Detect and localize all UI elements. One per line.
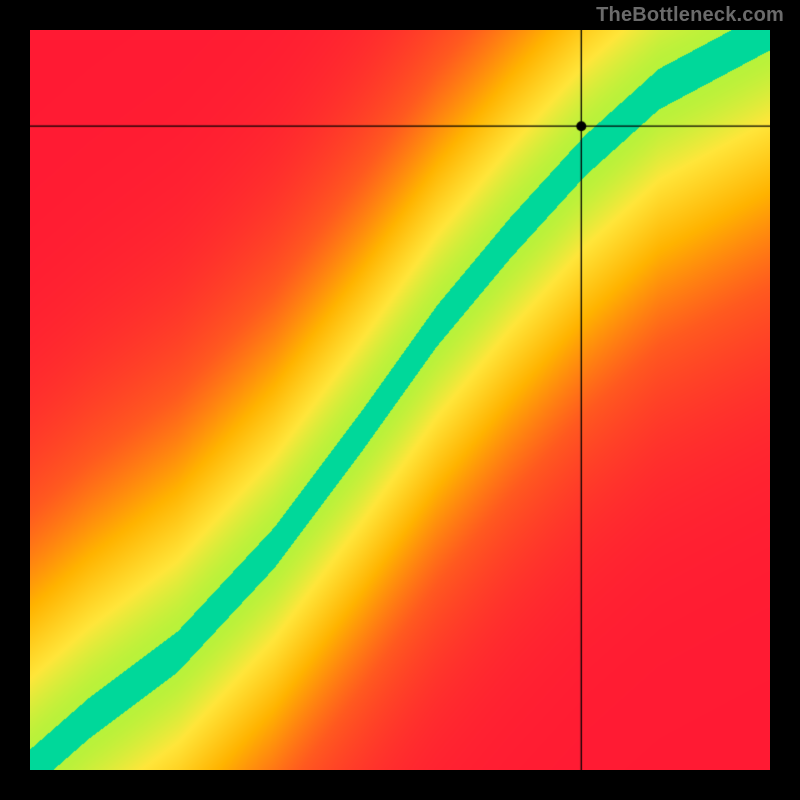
bottleneck-heatmap (30, 30, 770, 770)
watermark-text: TheBottleneck.com (596, 4, 784, 27)
chart-container: TheBottleneck.com (0, 0, 800, 800)
